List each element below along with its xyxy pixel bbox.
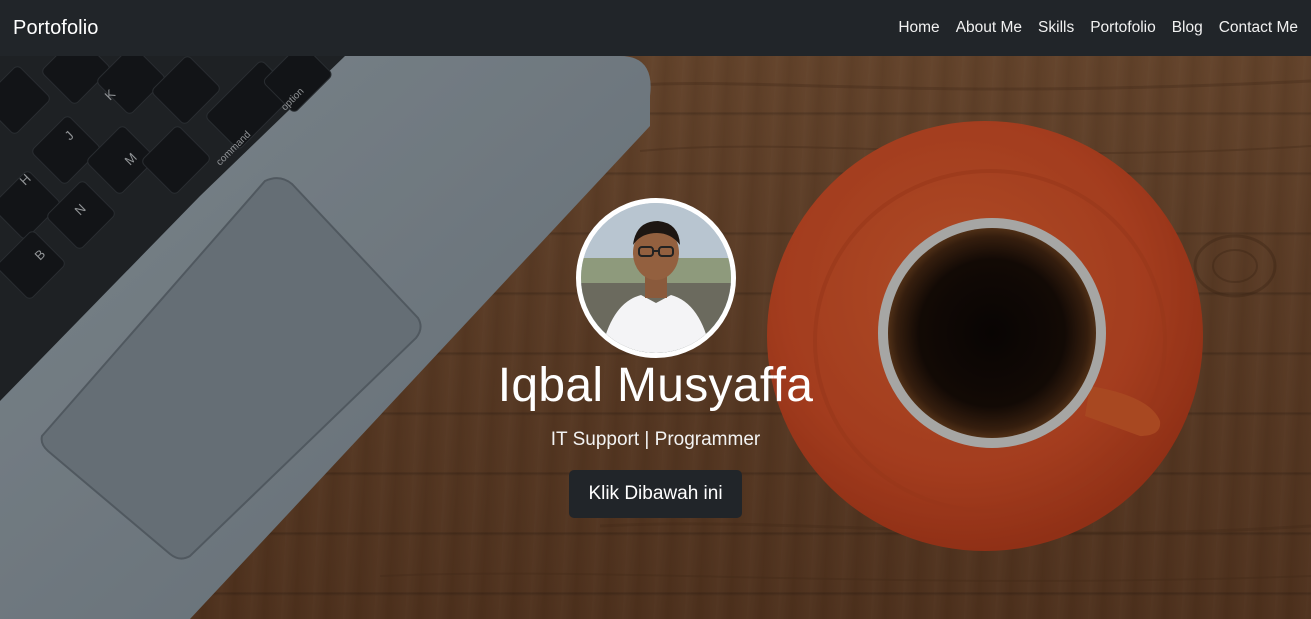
hero-content: Iqbal Musyaffa IT Support | Programmer K…: [0, 56, 1311, 619]
brand-logo[interactable]: Portofolio: [13, 17, 99, 40]
profile-photo: [581, 203, 731, 353]
nav-link-blog[interactable]: Blog: [1172, 19, 1203, 37]
profile-avatar: [576, 198, 736, 358]
hero-subtitle: IT Support | Programmer: [550, 429, 761, 450]
hero-section: N M B H J K command option Iqbal Musyaff…: [0, 56, 1311, 619]
nav-link-home[interactable]: Home: [898, 19, 939, 37]
navbar: Portofolio Home About Me Skills Portofol…: [0, 0, 1311, 56]
nav-link-contact-me[interactable]: Contact Me: [1219, 19, 1298, 37]
cta-button[interactable]: Klik Dibawah ini: [569, 470, 742, 518]
nav-link-skills[interactable]: Skills: [1038, 19, 1074, 37]
nav-links: Home About Me Skills Portofolio Blog Con…: [882, 19, 1298, 37]
hero-name: Iqbal Musyaffa: [497, 359, 814, 412]
nav-link-portofolio[interactable]: Portofolio: [1090, 19, 1155, 37]
nav-link-about-me[interactable]: About Me: [956, 19, 1022, 37]
